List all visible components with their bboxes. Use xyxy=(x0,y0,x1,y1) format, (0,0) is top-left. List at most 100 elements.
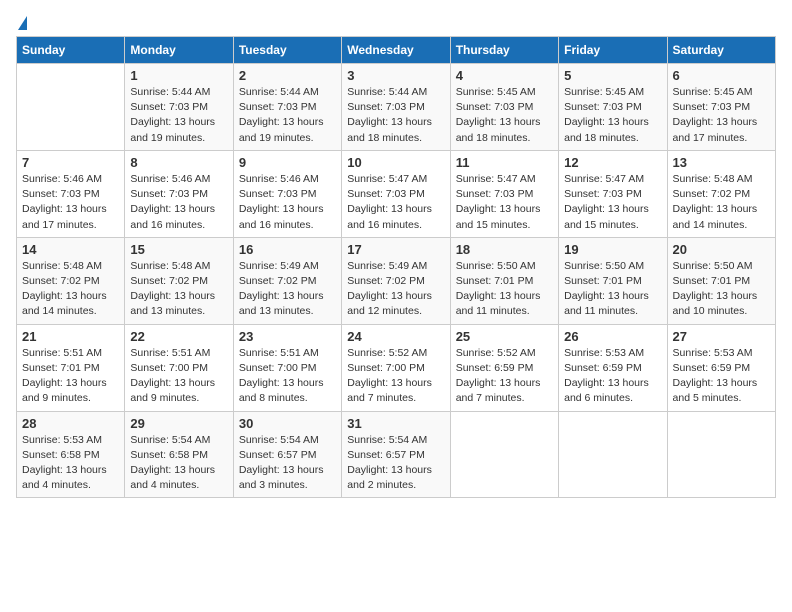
day-number: 12 xyxy=(564,155,661,170)
day-number: 29 xyxy=(130,416,227,431)
cell-content: Sunrise: 5:50 AMSunset: 7:01 PMDaylight:… xyxy=(673,259,770,320)
day-number: 6 xyxy=(673,68,770,83)
calendar-cell: 9 Sunrise: 5:46 AMSunset: 7:03 PMDaylight… xyxy=(233,150,341,237)
day-number: 16 xyxy=(239,242,336,257)
day-number: 20 xyxy=(673,242,770,257)
day-number: 17 xyxy=(347,242,444,257)
cell-content: Sunrise: 5:45 AMSunset: 7:03 PMDaylight:… xyxy=(564,85,661,146)
calendar-cell: 24 Sunrise: 5:52 AMSunset: 7:00 PMDayligh… xyxy=(342,324,450,411)
column-header-wednesday: Wednesday xyxy=(342,37,450,64)
calendar-cell: 18 Sunrise: 5:50 AMSunset: 7:01 PMDayligh… xyxy=(450,237,558,324)
column-header-tuesday: Tuesday xyxy=(233,37,341,64)
calendar-cell: 23 Sunrise: 5:51 AMSunset: 7:00 PMDayligh… xyxy=(233,324,341,411)
cell-content: Sunrise: 5:47 AMSunset: 7:03 PMDaylight:… xyxy=(456,172,553,233)
page-header xyxy=(16,16,776,28)
calendar-cell: 12 Sunrise: 5:47 AMSunset: 7:03 PMDayligh… xyxy=(559,150,667,237)
cell-content: Sunrise: 5:44 AMSunset: 7:03 PMDaylight:… xyxy=(347,85,444,146)
day-number: 15 xyxy=(130,242,227,257)
calendar-cell: 15 Sunrise: 5:48 AMSunset: 7:02 PMDayligh… xyxy=(125,237,233,324)
cell-content: Sunrise: 5:54 AMSunset: 6:57 PMDaylight:… xyxy=(239,433,336,494)
calendar-cell: 6 Sunrise: 5:45 AMSunset: 7:03 PMDaylight… xyxy=(667,64,775,151)
cell-content: Sunrise: 5:52 AMSunset: 7:00 PMDaylight:… xyxy=(347,346,444,407)
calendar-week-row: 28 Sunrise: 5:53 AMSunset: 6:58 PMDayligh… xyxy=(17,411,776,498)
day-number: 27 xyxy=(673,329,770,344)
cell-content: Sunrise: 5:44 AMSunset: 7:03 PMDaylight:… xyxy=(239,85,336,146)
calendar-cell: 25Sunrise: 5:52 AMSunset: 6:59 PMDayligh… xyxy=(450,324,558,411)
calendar-week-row: 14 Sunrise: 5:48 AMSunset: 7:02 PMDayligh… xyxy=(17,237,776,324)
day-number: 2 xyxy=(239,68,336,83)
calendar-cell xyxy=(17,64,125,151)
calendar-cell: 3 Sunrise: 5:44 AMSunset: 7:03 PMDaylight… xyxy=(342,64,450,151)
day-number: 1 xyxy=(130,68,227,83)
day-number: 14 xyxy=(22,242,119,257)
cell-content: Sunrise: 5:50 AMSunset: 7:01 PMDaylight:… xyxy=(564,259,661,320)
calendar-cell: 19 Sunrise: 5:50 AMSunset: 7:01 PMDayligh… xyxy=(559,237,667,324)
calendar-cell: 8Sunrise: 5:46 AMSunset: 7:03 PMDaylight… xyxy=(125,150,233,237)
day-number: 25 xyxy=(456,329,553,344)
day-number: 11 xyxy=(456,155,553,170)
calendar-cell: 10 Sunrise: 5:47 AMSunset: 7:03 PMDayligh… xyxy=(342,150,450,237)
cell-content: Sunrise: 5:53 AMSunset: 6:59 PMDaylight:… xyxy=(673,346,770,407)
cell-content: Sunrise: 5:53 AMSunset: 6:58 PMDaylight:… xyxy=(22,433,119,494)
day-number: 24 xyxy=(347,329,444,344)
cell-content: Sunrise: 5:48 AMSunset: 7:02 PMDaylight:… xyxy=(130,259,227,320)
day-number: 7 xyxy=(22,155,119,170)
day-number: 31 xyxy=(347,416,444,431)
cell-content: Sunrise: 5:49 AMSunset: 7:02 PMDaylight:… xyxy=(239,259,336,320)
cell-content: Sunrise: 5:47 AMSunset: 7:03 PMDaylight:… xyxy=(564,172,661,233)
calendar-cell xyxy=(450,411,558,498)
calendar-week-row: 1 Sunrise: 5:44 AMSunset: 7:03 PMDaylight… xyxy=(17,64,776,151)
calendar-cell: 26 Sunrise: 5:53 AMSunset: 6:59 PMDayligh… xyxy=(559,324,667,411)
day-number: 26 xyxy=(564,329,661,344)
day-number: 22 xyxy=(130,329,227,344)
day-number: 10 xyxy=(347,155,444,170)
calendar-cell: 11 Sunrise: 5:47 AMSunset: 7:03 PMDayligh… xyxy=(450,150,558,237)
cell-content: Sunrise: 5:48 AMSunset: 7:02 PMDaylight:… xyxy=(673,172,770,233)
cell-content: Sunrise: 5:51 AMSunset: 7:01 PMDaylight:… xyxy=(22,346,119,407)
calendar-cell: 20 Sunrise: 5:50 AMSunset: 7:01 PMDayligh… xyxy=(667,237,775,324)
cell-content: Sunrise: 5:44 AMSunset: 7:03 PMDaylight:… xyxy=(130,85,227,146)
day-number: 30 xyxy=(239,416,336,431)
calendar-cell: 14Sunrise: 5:48 AMSunset: 7:02 PMDayligh… xyxy=(17,237,125,324)
calendar-cell: 21Sunrise: 5:51 AMSunset: 7:01 PMDayligh… xyxy=(17,324,125,411)
column-header-saturday: Saturday xyxy=(667,37,775,64)
cell-content: Sunrise: 5:49 AMSunset: 7:02 PMDaylight:… xyxy=(347,259,444,320)
cell-content: Sunrise: 5:50 AMSunset: 7:01 PMDaylight:… xyxy=(456,259,553,320)
cell-content: Sunrise: 5:46 AMSunset: 7:03 PMDaylight:… xyxy=(239,172,336,233)
calendar-cell: 30 Sunrise: 5:54 AMSunset: 6:57 PMDayligh… xyxy=(233,411,341,498)
cell-content: Sunrise: 5:46 AMSunset: 7:03 PMDaylight:… xyxy=(22,172,119,233)
cell-content: Sunrise: 5:45 AMSunset: 7:03 PMDaylight:… xyxy=(673,85,770,146)
cell-content: Sunrise: 5:53 AMSunset: 6:59 PMDaylight:… xyxy=(564,346,661,407)
calendar-cell: 17 Sunrise: 5:49 AMSunset: 7:02 PMDayligh… xyxy=(342,237,450,324)
cell-content: Sunrise: 5:54 AMSunset: 6:57 PMDaylight:… xyxy=(347,433,444,494)
calendar-cell: 16 Sunrise: 5:49 AMSunset: 7:02 PMDayligh… xyxy=(233,237,341,324)
cell-content: Sunrise: 5:47 AMSunset: 7:03 PMDaylight:… xyxy=(347,172,444,233)
calendar-cell: 7 Sunrise: 5:46 AMSunset: 7:03 PMDaylight… xyxy=(17,150,125,237)
day-number: 19 xyxy=(564,242,661,257)
cell-content: Sunrise: 5:54 AMSunset: 6:58 PMDaylight:… xyxy=(130,433,227,494)
day-number: 3 xyxy=(347,68,444,83)
day-number: 13 xyxy=(673,155,770,170)
calendar-table: SundayMondayTuesdayWednesdayThursdayFrid… xyxy=(16,36,776,498)
calendar-cell: 29 Sunrise: 5:54 AMSunset: 6:58 PMDayligh… xyxy=(125,411,233,498)
calendar-cell: 4 Sunrise: 5:45 AMSunset: 7:03 PMDaylight… xyxy=(450,64,558,151)
logo xyxy=(16,16,27,28)
day-number: 9 xyxy=(239,155,336,170)
calendar-header-row: SundayMondayTuesdayWednesdayThursdayFrid… xyxy=(17,37,776,64)
cell-content: Sunrise: 5:51 AMSunset: 7:00 PMDaylight:… xyxy=(239,346,336,407)
column-header-monday: Monday xyxy=(125,37,233,64)
day-number: 23 xyxy=(239,329,336,344)
day-number: 5 xyxy=(564,68,661,83)
calendar-cell: 2 Sunrise: 5:44 AMSunset: 7:03 PMDaylight… xyxy=(233,64,341,151)
day-number: 18 xyxy=(456,242,553,257)
calendar-cell: 13 Sunrise: 5:48 AMSunset: 7:02 PMDayligh… xyxy=(667,150,775,237)
calendar-cell: 31 Sunrise: 5:54 AMSunset: 6:57 PMDayligh… xyxy=(342,411,450,498)
calendar-week-row: 7 Sunrise: 5:46 AMSunset: 7:03 PMDaylight… xyxy=(17,150,776,237)
day-number: 4 xyxy=(456,68,553,83)
day-number: 28 xyxy=(22,416,119,431)
cell-content: Sunrise: 5:45 AMSunset: 7:03 PMDaylight:… xyxy=(456,85,553,146)
calendar-cell: 1 Sunrise: 5:44 AMSunset: 7:03 PMDaylight… xyxy=(125,64,233,151)
calendar-cell: 28 Sunrise: 5:53 AMSunset: 6:58 PMDayligh… xyxy=(17,411,125,498)
calendar-cell: 22Sunrise: 5:51 AMSunset: 7:00 PMDayligh… xyxy=(125,324,233,411)
column-header-sunday: Sunday xyxy=(17,37,125,64)
